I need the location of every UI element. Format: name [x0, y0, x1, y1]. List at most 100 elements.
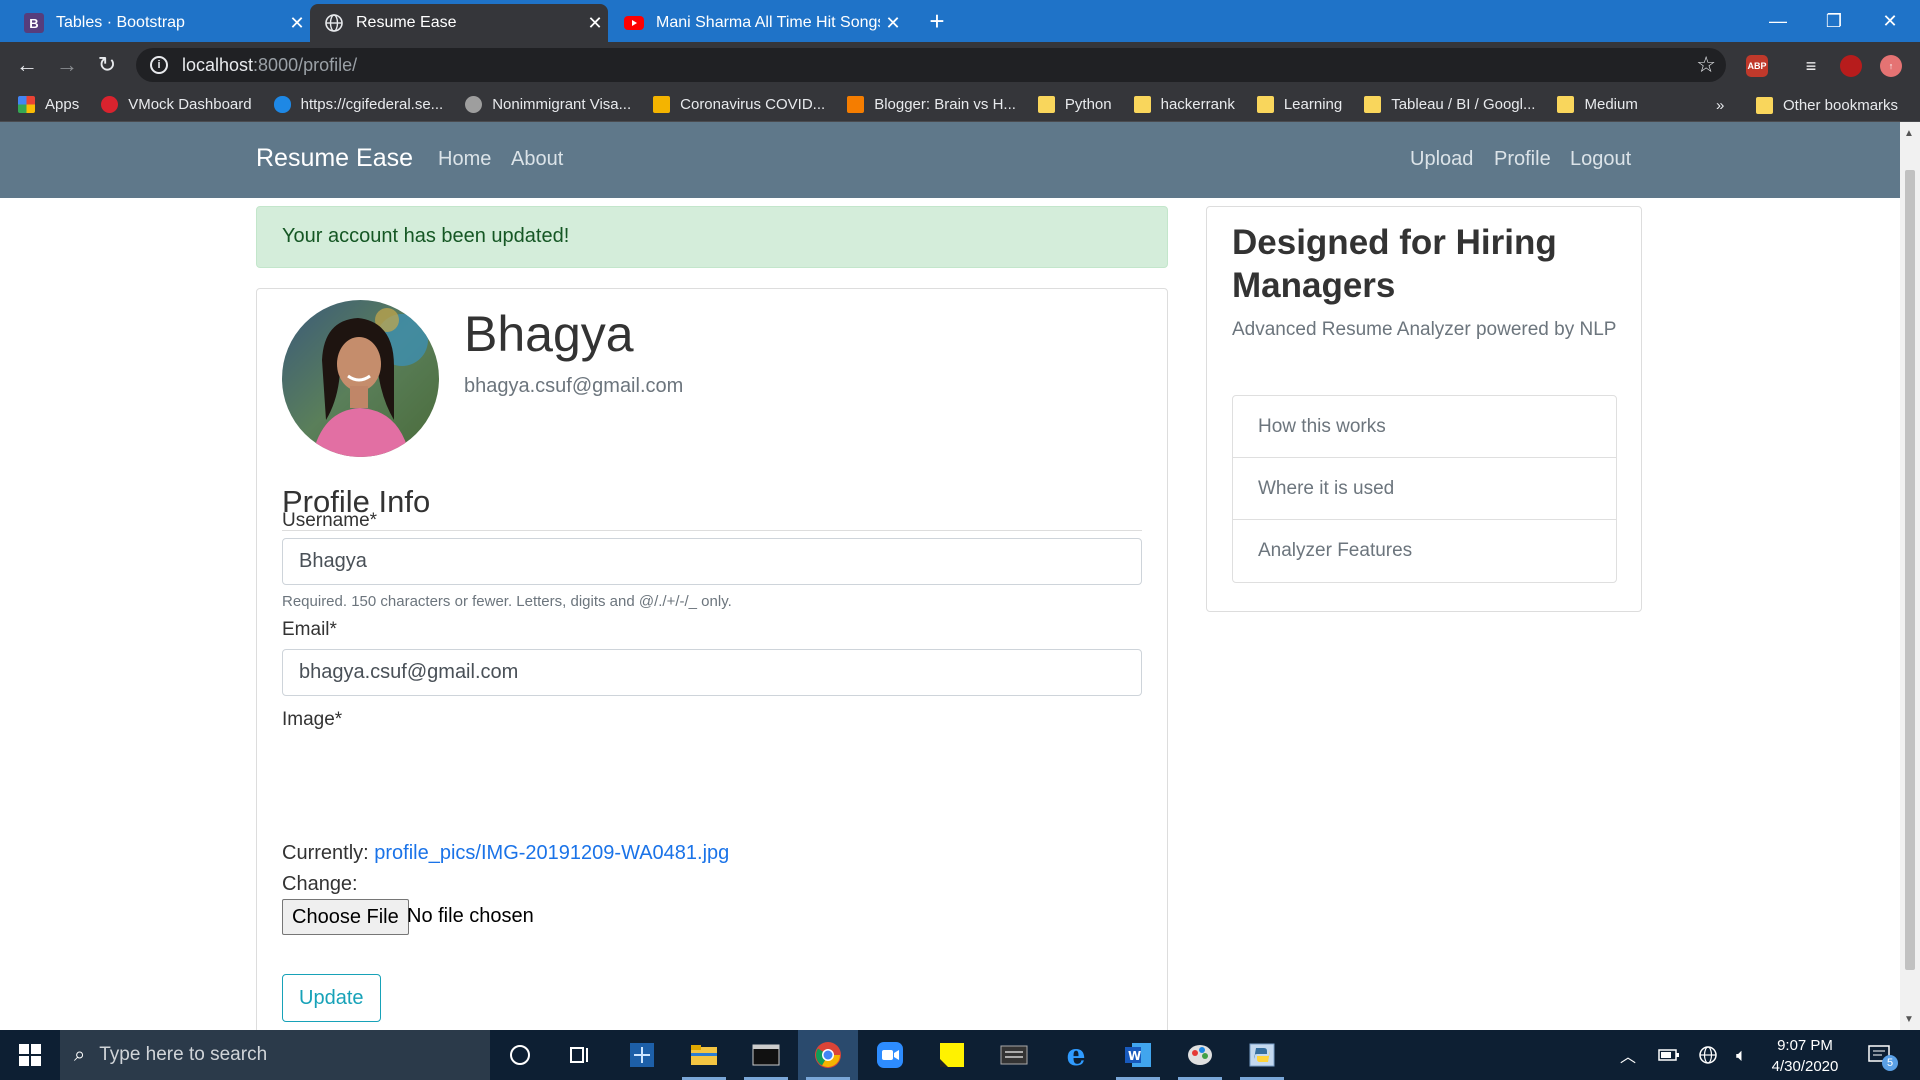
bookmark-folder-learning[interactable]: Learning	[1256, 96, 1343, 113]
url-host: localhost	[182, 54, 254, 75]
snipping-icon[interactable]	[612, 1030, 672, 1080]
search-placeholder: Type here to search	[99, 1044, 268, 1065]
tab-resume-ease[interactable]: Resume Ease ✕	[310, 4, 608, 42]
volume-icon[interactable]: 🔈︎	[1736, 1030, 1747, 1080]
username-input[interactable]: Bhagya	[282, 538, 1142, 585]
divider	[282, 530, 1142, 531]
bookmark-folder-tableau[interactable]: Tableau / BI / Googl...	[1364, 96, 1535, 113]
update-arrow-icon[interactable]: ↑	[1880, 55, 1902, 77]
nav-upload[interactable]: Upload	[1410, 148, 1473, 171]
close-icon[interactable]: ✕	[880, 13, 906, 34]
sidebar-item-how-this-works[interactable]: How this works	[1233, 396, 1616, 458]
bookmark-label: Coronavirus COVID...	[680, 96, 826, 113]
page-viewport: Resume Ease Home About Upload Profile Lo…	[0, 122, 1900, 1030]
info-icon[interactable]: i	[150, 56, 168, 74]
username-value: Bhagya	[299, 550, 367, 572]
clock-time: 9:07 PM	[1777, 1037, 1833, 1054]
bookmark-folder-python[interactable]: Python	[1037, 96, 1112, 113]
clock[interactable]: 9:07 PM 4/30/2020	[1750, 1035, 1860, 1077]
tab-tables-bootstrap[interactable]: B Tables · Bootstrap ✕	[10, 4, 310, 42]
brand-link[interactable]: Resume Ease	[256, 144, 413, 173]
paint-icon[interactable]	[1170, 1030, 1230, 1080]
show-hidden-icons[interactable]: ︿	[1620, 1030, 1636, 1080]
new-tab-button[interactable]: +	[922, 6, 952, 36]
bookmark-apps[interactable]: Apps	[18, 96, 79, 113]
chrome-icon[interactable]	[798, 1030, 858, 1080]
seal-icon	[465, 96, 483, 113]
url-text[interactable]: localhost:8000/profile/	[182, 55, 357, 76]
folder-icon	[1557, 96, 1575, 113]
bookmark-cgifederal[interactable]: https://cgifederal.se...	[273, 96, 444, 113]
nav-logout[interactable]: Logout	[1570, 148, 1631, 171]
back-icon[interactable]: ←	[12, 50, 42, 80]
bookmark-label: Tableau / BI / Googl...	[1391, 96, 1536, 113]
nav-profile[interactable]: Profile	[1494, 148, 1551, 171]
profile-name: Bhagya	[464, 306, 634, 362]
tab-youtube[interactable]: Mani Sharma All Time Hit Songs ✕	[610, 4, 906, 42]
bookmark-visa[interactable]: Nonimmigrant Visa...	[465, 96, 631, 113]
bookmark-blogger[interactable]: Blogger: Brain vs H...	[847, 96, 1016, 113]
cortana-icon[interactable]	[490, 1030, 550, 1080]
bookmark-folder-hackerrank[interactable]: hackerrank	[1133, 96, 1235, 113]
bookmark-vmock[interactable]: VMock Dashboard	[101, 96, 252, 113]
vmock-icon	[101, 96, 119, 113]
email-field[interactable]: bhagya.csuf@gmail.com	[282, 649, 1142, 696]
folder-icon	[1756, 96, 1773, 114]
current-image-link[interactable]: profile_pics/IMG-20191209-WA0481.jpg	[374, 842, 729, 864]
vertical-scrollbar[interactable]: ▲ ▼	[1900, 122, 1920, 1030]
close-icon[interactable]: ✕	[582, 13, 608, 34]
task-view-icon[interactable]	[550, 1030, 610, 1080]
bookmark-coronavirus[interactable]: Coronavirus COVID...	[653, 96, 825, 113]
currently-label: Currently:	[282, 842, 369, 864]
username-help-text: Required. 150 characters or fewer. Lette…	[282, 593, 732, 610]
choose-file-button[interactable]: Choose File	[282, 899, 409, 935]
folder-icon	[1133, 96, 1151, 113]
forward-icon[interactable]: →	[52, 50, 82, 80]
notification-center-icon[interactable]: 5	[1868, 1030, 1898, 1080]
other-bookmarks[interactable]: Other bookmarks	[1756, 88, 1898, 122]
sidebar-item-analyzer-features[interactable]: Analyzer Features	[1233, 520, 1616, 582]
tab-title: Resume Ease	[356, 14, 457, 31]
bookmarks-overflow-button[interactable]: »	[1716, 88, 1724, 122]
update-button[interactable]: Update	[282, 974, 381, 1022]
file-explorer-icon[interactable]	[674, 1030, 734, 1080]
sticky-notes-icon[interactable]	[922, 1030, 982, 1080]
keyboard-app-icon[interactable]	[984, 1030, 1044, 1080]
close-icon[interactable]: ✕	[284, 13, 310, 34]
sidebar-item-where-it-is-used[interactable]: Where it is used	[1233, 458, 1616, 520]
scroll-thumb[interactable]	[1905, 170, 1915, 970]
media-queue-icon[interactable]: ≡	[1800, 55, 1822, 77]
tab-title: Mani Sharma All Time Hit Songs	[656, 14, 880, 31]
site-navbar: Resume Ease Home About Upload Profile Lo…	[0, 122, 1900, 198]
adblock-icon[interactable]: ABP	[1746, 55, 1768, 77]
zoom-icon[interactable]	[860, 1030, 920, 1080]
scroll-down-icon[interactable]: ▼	[1904, 1014, 1914, 1025]
bookmark-folder-medium[interactable]: Medium	[1557, 96, 1638, 113]
scroll-up-icon[interactable]: ▲	[1904, 128, 1914, 139]
profile-avatar-icon[interactable]	[1840, 55, 1862, 77]
edge-icon[interactable]: e	[1046, 1030, 1106, 1080]
windows-start-icon[interactable]	[0, 1030, 60, 1080]
network-globe-icon[interactable]	[1698, 1030, 1718, 1080]
close-window-icon[interactable]: ✕	[1862, 0, 1918, 42]
file-status-text: No file chosen	[407, 905, 534, 927]
bookmark-star-icon[interactable]: ☆	[1696, 52, 1716, 78]
current-image-row: Currently: profile_pics/IMG-20191209-WA0…	[282, 842, 729, 865]
cloud-icon	[273, 96, 291, 113]
battery-icon[interactable]	[1658, 1030, 1680, 1080]
python-icon[interactable]	[1232, 1030, 1292, 1080]
clock-date: 4/30/2020	[1771, 1058, 1839, 1075]
email-value: bhagya.csuf@gmail.com	[299, 661, 519, 683]
taskbar-search-input[interactable]: ⌕ Type here to search	[60, 1030, 490, 1080]
word-icon[interactable]: W	[1108, 1030, 1168, 1080]
nav-about[interactable]: About	[511, 148, 563, 171]
terminal-icon[interactable]	[736, 1030, 796, 1080]
nav-home[interactable]: Home	[438, 148, 491, 171]
bookmark-label: https://cgifederal.se...	[300, 96, 444, 113]
minimize-icon[interactable]: —	[1750, 0, 1806, 42]
address-bar[interactable]: i localhost:8000/profile/ ☆	[136, 48, 1726, 82]
reload-icon[interactable]: ↻	[92, 50, 122, 80]
restore-icon[interactable]: ❐	[1806, 0, 1862, 42]
bookmark-label: Medium	[1584, 96, 1638, 113]
bookmark-label: Learning	[1283, 96, 1343, 113]
